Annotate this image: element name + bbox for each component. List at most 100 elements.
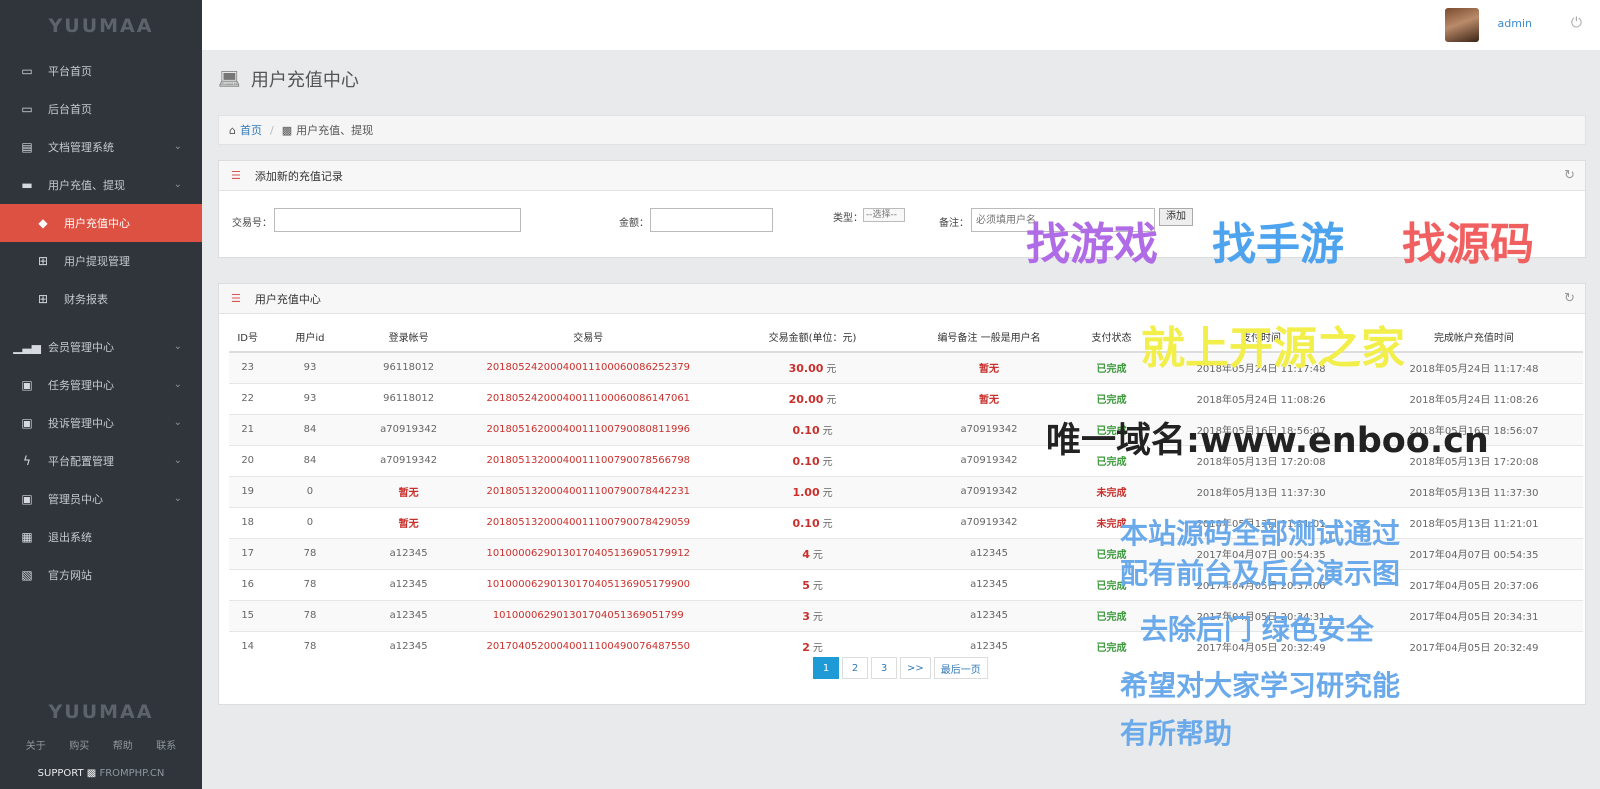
sidebar-item[interactable]: ▤ 文档管理系统 ⌄ <box>0 128 202 166</box>
cell-account: a12345 <box>353 599 464 631</box>
cell-trade-no: 10100006290130170405136905179​9 <box>463 599 713 631</box>
pagination-button[interactable]: 3 <box>871 657 897 679</box>
sidebar-item[interactable]: ▬ 用户充值、提现 ⌄ <box>0 166 202 204</box>
sidebar-item[interactable]: ▣ 管理员中心 ⌄ <box>0 480 202 518</box>
sidebar-item[interactable]: ◆ 用户充值中心 <box>0 204 202 242</box>
column-header[interactable]: 用户id <box>266 322 354 353</box>
cell-user-id: 84 <box>266 413 354 445</box>
cell-user-id-value: 84 <box>303 424 317 435</box>
cell-note-value: 暂无 <box>979 395 1000 406</box>
cell-id-value: 18 <box>241 517 255 528</box>
cell-trade-no-value: 2018051320004001110079007842905​9 <box>486 517 691 528</box>
pagination-button[interactable]: >> <box>900 657 931 679</box>
column-header[interactable]: 交易金额(单位：元) <box>712 322 913 353</box>
cell-trade-no: 1010000629013017040513690517990​0 <box>463 568 713 600</box>
pagination-button[interactable]: 1 <box>813 657 839 679</box>
cell-amount: 1.00 元 <box>712 475 913 507</box>
breadcrumb-home[interactable]: 首页 <box>240 122 262 138</box>
sidebar-item[interactable]: ▣ 任务管理中心 ⌄ <box>0 366 202 404</box>
column-header[interactable]: 编号备注 一般是用户名 <box>912 322 1066 353</box>
cell-trade-no-value: 10100006290130170405136905179​9 <box>492 610 684 621</box>
cell-note-value: 暂无 <box>979 364 1000 376</box>
cell-trade-no: 2017040520004001110049007648755​0 <box>463 630 713 662</box>
avatar[interactable] <box>1445 8 1479 42</box>
cell-done-time: 2018年05月24日 11:08:26 <box>1364 382 1583 414</box>
add-record-panel: ☰ 添加新的充值记录 ↻ 交易号： 金额： 类型： --选择-- 备注： 添加 <box>218 160 1586 258</box>
refresh-icon[interactable]: ↻ <box>1564 291 1575 306</box>
chevron-down-icon: ⌄ <box>173 493 182 504</box>
brand-logo[interactable]: YUUMAA <box>0 0 202 52</box>
sidebar-item[interactable]: ▧ 官方网站 <box>0 556 202 594</box>
cell-note: a70919342 <box>912 475 1066 507</box>
recharge-list-heading: ☰ 用户充值中心 ↻ <box>219 284 1585 314</box>
sidebar-item-label: 平台首页 <box>48 65 92 78</box>
cell-trade-no-value: 2017040520004001110049007648755​0 <box>486 641 691 653</box>
sidebar-item[interactable]: ⊞ 财务报表 <box>0 280 202 318</box>
sidebar-item[interactable]: ϟ 平台配置管理 ⌄ <box>0 442 202 480</box>
page-header: 💻︎ 用户充值中心 <box>218 66 359 92</box>
amount-value: 4 <box>802 548 810 561</box>
sidebar-item[interactable]: ▦ 退出系统 <box>0 518 202 556</box>
power-icon[interactable]: ⏻ <box>1571 15 1582 31</box>
table-body: 23 93 96118012 2018052420004001110006008625… <box>229 351 1583 662</box>
cell-note: 暂无 <box>912 382 1066 414</box>
user-name[interactable]: admin <box>1498 17 1532 30</box>
cell-status-value: 已完成 <box>1096 643 1127 655</box>
amount-value: 0.10 <box>792 455 820 468</box>
table-row[interactable]: 19 0 暂无 2018051320004001110079007844223​1 1.… <box>229 475 1583 507</box>
column-header[interactable]: 交易号 <box>463 322 713 353</box>
cell-note: a70919342 <box>912 413 1066 445</box>
sidebar-item-label: 会员管理中心 <box>48 341 114 354</box>
sidebar-item[interactable]: ▭ 后台首页 <box>0 90 202 128</box>
chevron-down-icon: ⌄ <box>173 455 182 466</box>
amount-unit: 元 <box>812 550 823 561</box>
cell-note-value: a70919342 <box>960 455 1018 466</box>
cell-id: 15 <box>229 599 267 631</box>
tag-icon: ◆ <box>38 216 48 230</box>
cell-user-id-value: 0 <box>306 517 314 528</box>
footer-link-about[interactable]: 关于 <box>26 737 46 752</box>
cell-id: 16 <box>229 568 267 600</box>
cell-trade-no-value: 1010000629013017040513690517990​0 <box>486 579 691 590</box>
cell-id-value: 14 <box>241 641 255 653</box>
file-icon: ▤ <box>21 140 33 154</box>
footer-link-help[interactable]: 帮助 <box>113 737 133 752</box>
trade-input[interactable] <box>274 208 521 232</box>
sidebar-item[interactable]: ▁▃▅ 会员管理中心 ⌄ <box>0 328 202 366</box>
add-button[interactable]: 添加 <box>1159 208 1193 226</box>
footer-link-contact[interactable]: 联系 <box>156 737 176 752</box>
cell-user-id: 78 <box>266 537 354 569</box>
table-row[interactable]: 22 93 96118012 2018052420004001110006008614… <box>229 382 1583 414</box>
sidebar-item[interactable]: ▭ 平台首页 <box>0 52 202 90</box>
column-header[interactable]: 登录帐号 <box>353 322 464 353</box>
column-header[interactable]: ID号 <box>229 322 267 353</box>
footer-logo: YUUMAA <box>48 701 154 723</box>
monitor-icon: ▩ <box>86 768 97 779</box>
sidebar-footer: YUUMAA 关于 购买 帮助 联系 SUPPORT ▩ FROMPHP.CN <box>0 701 202 789</box>
cell-account: a70919342 <box>353 444 464 476</box>
pagination-button[interactable]: 最后一页 <box>933 657 988 679</box>
amount-value: 1.00 <box>792 486 820 499</box>
signal-icon: ▁▃▅ <box>13 340 41 354</box>
table-row[interactable]: 15 78 a12345 10100006290130170405136905179​… <box>229 599 1583 631</box>
pagination-button[interactable]: 2 <box>842 657 868 679</box>
sidebar-item[interactable]: ▣ 投诉管理中心 ⌄ <box>0 404 202 442</box>
chevron-down-icon: ⌄ <box>173 379 182 390</box>
footer-link-buy[interactable]: 购买 <box>69 737 89 752</box>
amount-input[interactable] <box>650 208 773 232</box>
footer-support[interactable]: SUPPORT ▩ FROMPHP.CN <box>0 768 202 779</box>
list-icon: ☰ <box>231 169 241 182</box>
type-select[interactable]: --选择-- <box>863 208 905 222</box>
cell-user-id: 93 <box>266 382 354 414</box>
cell-note: a70919342 <box>912 444 1066 476</box>
amount-value: 0.10 <box>792 517 820 530</box>
cell-id-value: 21 <box>241 424 255 435</box>
cell-paid-time: 2018年05月24日 11:08:26 <box>1157 382 1365 414</box>
sidebar-item[interactable]: ⊞ 用户提现管理 <box>0 242 202 280</box>
cell-user-id-value: 78 <box>303 641 317 653</box>
refresh-icon[interactable]: ↻ <box>1564 168 1575 183</box>
sidebar: YUUMAA ▭ 平台首页 ▭ 后台首页 ▤ 文档管理系统 ⌄ ▬ 用户充值、提现 ⌄ ◆ 用户充值中… <box>0 0 202 789</box>
cell-trade-no-value: 2018052420004001110006008614706​1 <box>486 393 691 404</box>
cell-paid-time-value: 2018年05月13日 11:37:30 <box>1196 488 1326 499</box>
cell-id-value: 16 <box>241 579 255 590</box>
